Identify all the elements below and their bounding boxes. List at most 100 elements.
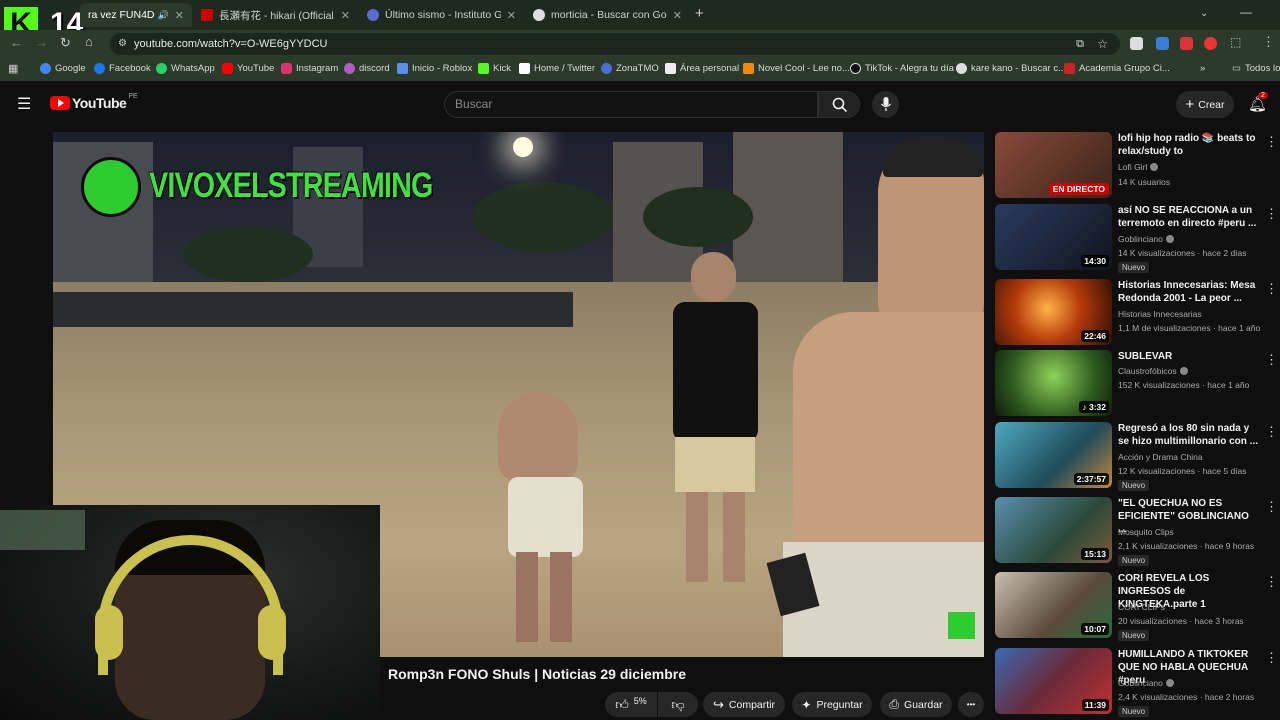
all-bookmarks-folder[interactable]: ▭ Todos lo	[1232, 63, 1280, 74]
reload-icon[interactable]: ↻	[60, 35, 71, 51]
video-stats: 1,1 M de visualizaciones · hace 1 año	[1118, 323, 1261, 333]
save-button[interactable]: ⎙ Guardar	[880, 692, 952, 717]
search-button[interactable]	[818, 91, 860, 118]
cast-icon[interactable]: ⧉	[1076, 33, 1084, 55]
youtube-favicon-icon	[201, 9, 213, 21]
video-thumbnail[interactable]: 2:37:57	[995, 422, 1112, 488]
tab-youtube-current[interactable]: ra vez FUN4D0... 🔊 ✕	[80, 3, 192, 27]
bookmark-novel-cool[interactable]: Novel Cool - Lee no...	[743, 63, 850, 74]
bookmark-tiktok[interactable]: TikTok - Alegra tu día	[850, 63, 954, 74]
bookmark-kick[interactable]: Kick	[478, 63, 511, 74]
bookmark-whatsapp[interactable]: WhatsApp	[156, 63, 215, 74]
extension-icon-4[interactable]	[1204, 37, 1217, 50]
extension-icon-1[interactable]	[1130, 37, 1143, 50]
video-thumbnail[interactable]: EN DIRECTO	[995, 132, 1112, 198]
streamer-logo-icon	[81, 157, 141, 217]
more-options-icon[interactable]: ⋮	[1265, 206, 1278, 222]
google-favicon-icon	[533, 9, 545, 21]
video-palm-tree	[183, 227, 313, 282]
more-options-icon[interactable]: ⋮	[1265, 281, 1278, 297]
notifications-button[interactable]: 🔔︎ 2	[1248, 92, 1270, 117]
bookmark-instagram[interactable]: Instagram	[281, 63, 338, 74]
close-tab-icon[interactable]: ✕	[673, 9, 682, 22]
list-item[interactable]: 11:39 HUMILLANDO A TIKTOKER QUE NO HABLA…	[995, 648, 1280, 718]
video-stats: 12 K visualizaciones · hace 5 días	[1118, 466, 1247, 476]
speaker-icon[interactable]: 🔊	[158, 10, 169, 21]
list-item[interactable]: 10:07 CORI REVELA LOS INGRESOS de KINGTE…	[995, 572, 1280, 642]
recommendation-title: así NO SE REACCIONA a un terremoto en di…	[1118, 205, 1257, 229]
forward-icon[interactable]: →	[35, 35, 48, 50]
hamburger-menu-icon[interactable]: ☰	[17, 94, 31, 114]
create-button[interactable]: + Crear	[1176, 91, 1234, 118]
extension-icon-3[interactable]	[1180, 37, 1193, 50]
apps-grid-icon[interactable]: ▦	[8, 62, 18, 75]
voice-search-button[interactable]	[872, 91, 899, 118]
channel-name: Goblinciano	[1118, 678, 1174, 688]
menu-icon[interactable]: ⋮	[1262, 34, 1275, 50]
tab-hikari[interactable]: 長瀬有花 - hikari (Official Live V ✕	[193, 3, 358, 27]
new-badge: Nuevo	[1118, 262, 1150, 273]
tab-search-icon[interactable]: ⌄	[1200, 8, 1208, 19]
home-icon[interactable]: ⌂	[85, 34, 93, 49]
url-text: youtube.com/watch?v=O-WE6gYYDCU	[134, 38, 328, 50]
video-thumbnail[interactable]: 15:13	[995, 497, 1112, 563]
minimize-window-icon[interactable]: —	[1240, 5, 1252, 19]
video-palm-tree	[473, 182, 613, 252]
bookmark-google[interactable]: Google	[40, 63, 86, 74]
like-button[interactable]: 👍︎ 5%	[605, 692, 657, 717]
list-item[interactable]: 22:46 Historias Innecesarias: Mesa Redon…	[995, 279, 1280, 349]
close-tab-icon[interactable]: ✕	[341, 9, 350, 22]
video-stats: 152 K visualizaciones · hace 1 año	[1118, 380, 1250, 390]
list-item[interactable]: 15:13 "EL QUECHUA NO ES EFICIENTE" GOBLI…	[995, 497, 1280, 567]
bookmark-youtube[interactable]: YouTube	[222, 63, 274, 74]
bookmark-roblox[interactable]: Inicio - Roblox	[397, 63, 472, 74]
more-options-icon[interactable]: ⋮	[1265, 134, 1278, 150]
bookmark-area-personal[interactable]: Área personal	[665, 63, 739, 74]
list-item[interactable]: 14:30 así NO SE REACCIONA a un terremoto…	[995, 204, 1280, 274]
bookmark-twitter[interactable]: Home / Twitter	[519, 63, 595, 74]
tab-google-search[interactable]: morticia - Buscar con Google ✕	[525, 3, 690, 27]
more-options-icon[interactable]: ⋮	[1265, 650, 1278, 666]
more-options-icon[interactable]: ⋮	[1265, 424, 1278, 440]
video-thumbnail[interactable]: 22:46	[995, 279, 1112, 345]
bookmark-star-icon[interactable]: ☆	[1097, 33, 1108, 55]
dislike-button[interactable]: 👎︎	[658, 692, 698, 717]
extensions-puzzle-icon[interactable]: ⬚	[1230, 35, 1241, 49]
ask-button[interactable]: ✦ Preguntar	[792, 692, 872, 717]
bookmark-facebook[interactable]: Facebook	[94, 63, 151, 74]
sparkle-icon: ✦	[801, 697, 812, 712]
more-options-icon[interactable]: ⋮	[1265, 574, 1278, 590]
bookmark-academia[interactable]: Academia Grupo Ci...	[1064, 63, 1170, 74]
bookmark-discord[interactable]: discord	[344, 63, 390, 74]
tab-title: morticia - Buscar con Google	[551, 9, 667, 21]
share-button[interactable]: ↪ Compartir	[703, 692, 785, 717]
video-thumbnail[interactable]: 11:39	[995, 648, 1112, 714]
list-item[interactable]: ♪ 3:32 SUBLEVAR Claustrofóbicos 152 K vi…	[995, 350, 1280, 420]
video-thumbnail[interactable]: 14:30	[995, 204, 1112, 270]
extension-icon-2[interactable]	[1156, 37, 1169, 50]
search-input[interactable]: Buscar	[444, 91, 818, 118]
list-item[interactable]: EN DIRECTO lofi hip hop radio 📚 beats to…	[995, 132, 1280, 202]
url-field[interactable]: ⚙ youtube.com/watch?v=O-WE6gYYDCU ☆ ⧉	[110, 33, 1120, 55]
youtube-logo[interactable]: YouTube PE	[50, 93, 138, 111]
more-actions-button[interactable]: •••	[958, 692, 984, 717]
video-stats: 14 K usuarios	[1118, 177, 1170, 187]
close-tab-icon[interactable]: ✕	[175, 9, 184, 22]
bookmark-kare-kano[interactable]: kare kano - Buscar c...	[956, 63, 1066, 74]
thumbs-down-icon: 👎︎	[671, 696, 685, 712]
bookmark-zonatmo[interactable]: ZonaTMO	[601, 63, 659, 74]
list-item[interactable]: 2:37:57 Regresó a los 80 sin nada y se h…	[995, 422, 1280, 492]
site-info-icon[interactable]: ⚙	[118, 33, 127, 55]
channel-name: CORI CLIPs	[1118, 602, 1165, 612]
new-tab-button[interactable]: +	[695, 5, 704, 22]
channel-name: Goblinciano	[1118, 234, 1174, 244]
more-options-icon[interactable]: ⋮	[1265, 499, 1278, 515]
video-stats: 14 K visualizaciones · hace 2 días	[1118, 248, 1247, 258]
close-tab-icon[interactable]: ✕	[507, 9, 516, 22]
more-options-icon[interactable]: ⋮	[1265, 352, 1278, 368]
back-icon[interactable]: ←	[10, 35, 23, 50]
video-thumbnail[interactable]: ♪ 3:32	[995, 350, 1112, 416]
tab-sismo[interactable]: Último sismo - Instituto Geofísi ✕	[359, 3, 524, 27]
video-thumbnail[interactable]: 10:07	[995, 572, 1112, 638]
more-bookmarks-button[interactable]: »	[1200, 63, 1205, 74]
